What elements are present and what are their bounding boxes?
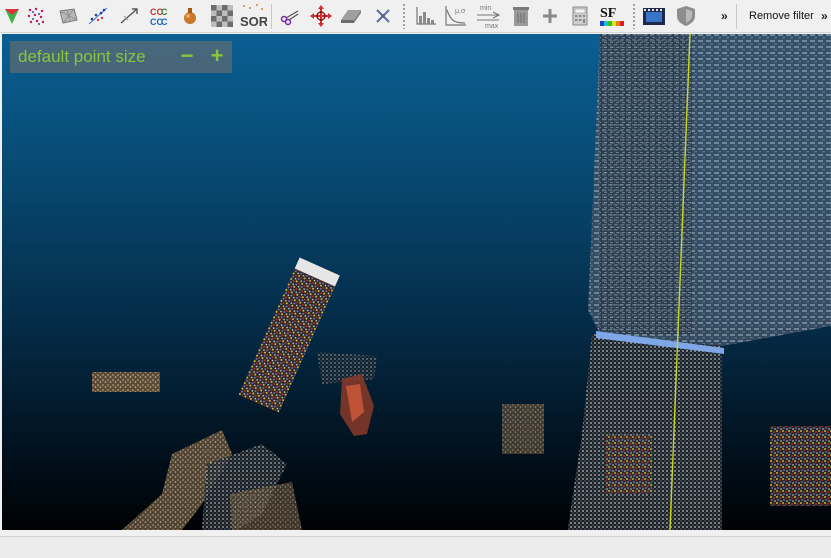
- calculator-icon[interactable]: [568, 3, 592, 29]
- plane-icon[interactable]: [339, 3, 363, 29]
- main-toolbar: CC CC C C SOR μ,σ min max SF » Remove fi…: [0, 0, 831, 33]
- toolbar-overflow-chevron-right[interactable]: »: [821, 9, 828, 23]
- potion-icon[interactable]: [178, 3, 202, 29]
- toolbar-overflow-chevron[interactable]: »: [721, 9, 728, 23]
- toolbar-grip[interactable]: [632, 3, 636, 29]
- registration-icon[interactable]: [117, 3, 141, 29]
- sf-color-scale-icon[interactable]: SF: [598, 3, 626, 29]
- toolbar-grip[interactable]: [402, 3, 406, 29]
- translate-rotate-icon[interactable]: [309, 3, 333, 29]
- increase-point-size-button[interactable]: +: [206, 45, 228, 69]
- point-picking-icon[interactable]: [371, 3, 395, 29]
- point-size-label: default point size: [18, 47, 146, 66]
- svg-text:C: C: [161, 7, 168, 17]
- mesh-icon[interactable]: [56, 3, 80, 29]
- point-cloud-render[interactable]: [2, 34, 831, 530]
- remove-filter-button[interactable]: Remove filter: [743, 5, 820, 27]
- histogram-icon[interactable]: [414, 3, 438, 29]
- svg-text:SOR: SOR: [240, 14, 267, 29]
- toolbar-separator: [271, 4, 272, 29]
- shield-icon[interactable]: [674, 3, 698, 29]
- add-icon[interactable]: [538, 3, 562, 29]
- sor-filter-icon[interactable]: SOR: [239, 3, 267, 29]
- sf-curve-label: μ,σ: [455, 8, 466, 15]
- 3d-viewport[interactable]: default point size − +: [2, 34, 831, 530]
- point-size-overlay: default point size − +: [10, 41, 232, 73]
- sf-label: SF: [600, 6, 616, 21]
- scalar-field-curve-icon[interactable]: μ,σ: [444, 3, 468, 29]
- scissors-icon[interactable]: [278, 3, 302, 29]
- svg-text:C: C: [161, 17, 168, 27]
- rasterize-icon[interactable]: [210, 3, 234, 29]
- toolbar-separator: [736, 4, 737, 29]
- sf-delete-icon[interactable]: [509, 3, 533, 29]
- point-cloud-icon[interactable]: [24, 3, 48, 29]
- cloud-to-cloud-distance-icon[interactable]: CC CC C C: [148, 3, 172, 29]
- film-strip-icon[interactable]: [642, 3, 666, 29]
- decrease-point-size-button[interactable]: −: [176, 45, 198, 69]
- max-label: max: [485, 23, 499, 29]
- subsample-icon[interactable]: [86, 3, 110, 29]
- compute-normals-icon[interactable]: [0, 3, 24, 29]
- min-label: min: [480, 5, 491, 12]
- status-bar: [0, 536, 831, 558]
- min-max-filter-icon[interactable]: min max: [475, 3, 503, 29]
